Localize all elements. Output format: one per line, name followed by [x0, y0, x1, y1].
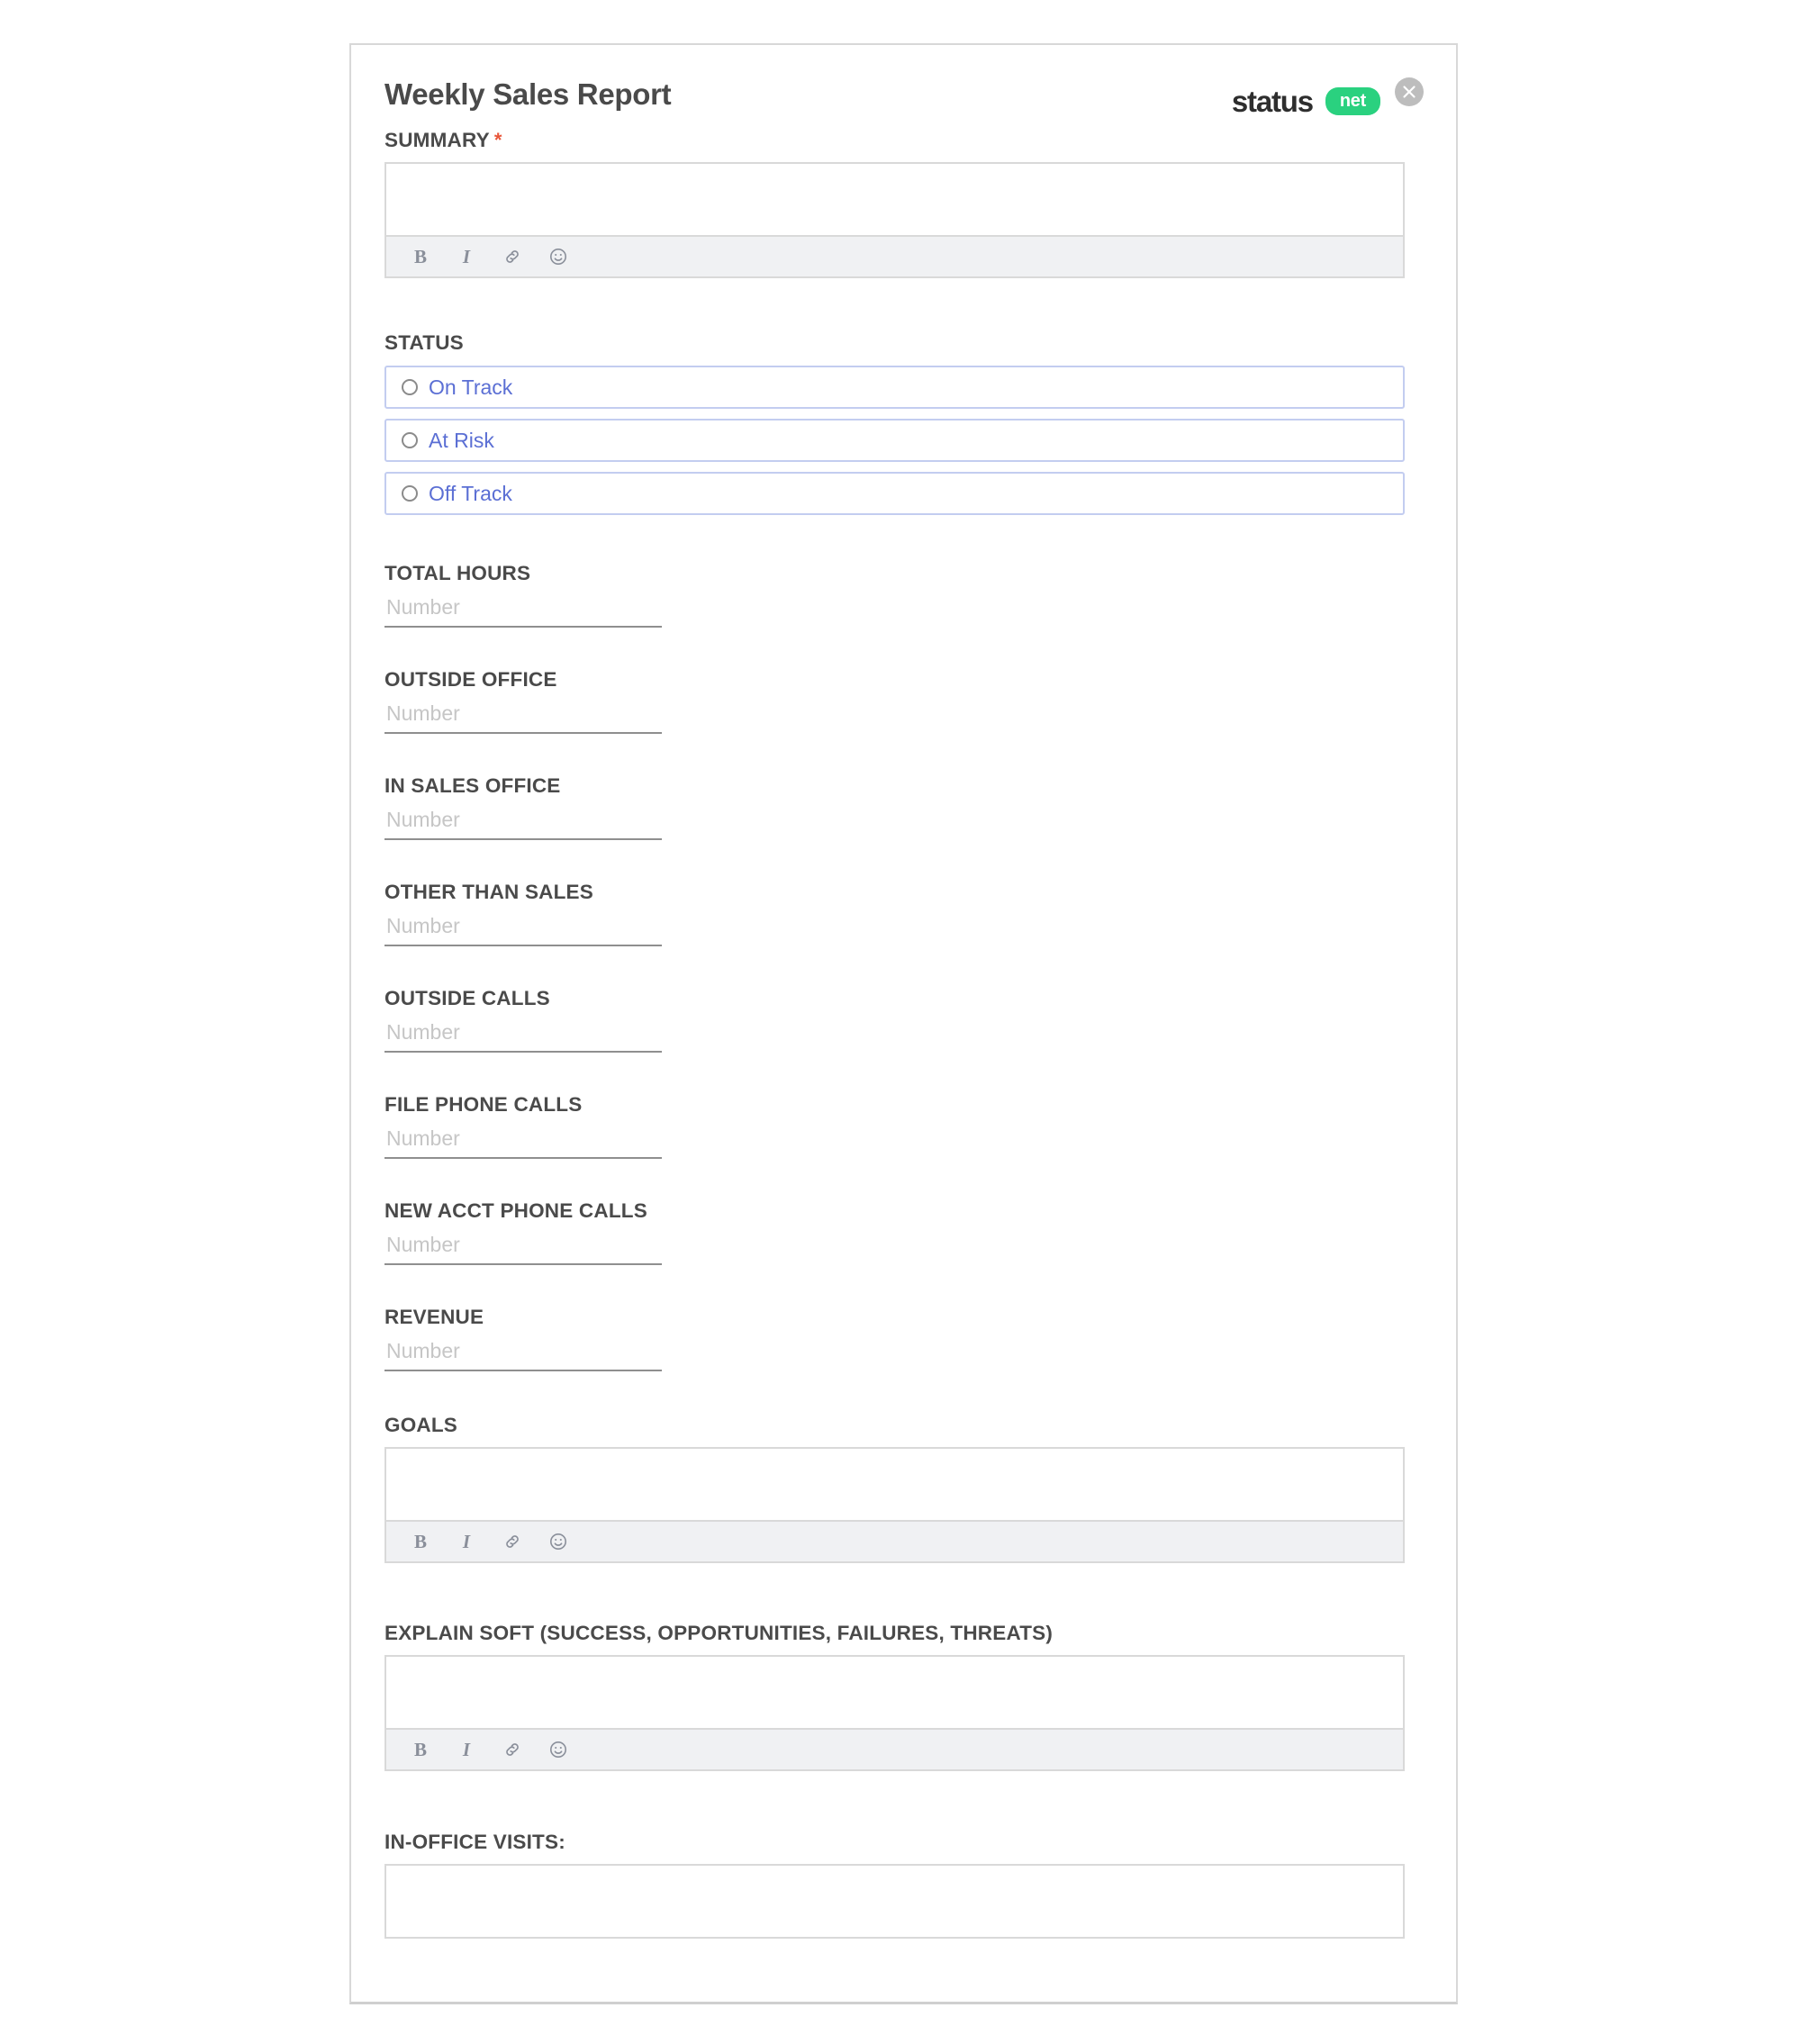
radio-icon [402, 432, 418, 448]
brand-pill-net: net [1325, 87, 1380, 115]
summary-editor: B I [384, 162, 1405, 278]
explain-soft-label: EXPLAIN SOFT (SUCCESS, OPPORTUNITIES, FA… [384, 1622, 1054, 1644]
screenshot-root: Weekly Sales Report status net SUMMARY* [0, 0, 1809, 2044]
field-status: STATUS On Track At Risk Off Track [384, 330, 1420, 515]
brand-wordmark: status [1231, 85, 1314, 118]
bold-icon[interactable]: B [409, 245, 432, 268]
emoji-icon[interactable] [547, 1738, 570, 1761]
explain-soft-editor: B I [384, 1655, 1405, 1771]
goals-label: GOALS [384, 1414, 458, 1436]
emoji-icon[interactable] [547, 1530, 570, 1553]
other-than-sales-input[interactable] [384, 912, 662, 946]
summary-editor-toolbar: B I [386, 235, 1403, 276]
status-label: STATUS [384, 331, 464, 354]
status-option-off-track[interactable]: Off Track [384, 472, 1405, 515]
field-total-hours: TOTAL HOURS [384, 561, 1420, 628]
required-asterisk: * [493, 129, 502, 151]
outside-office-label: OUTSIDE OFFICE [384, 668, 557, 691]
field-goals: GOALS B I [384, 1413, 1420, 1563]
field-other-than-sales: OTHER THAN SALES [384, 880, 1420, 946]
link-icon[interactable] [501, 1738, 524, 1761]
status-option-at-risk[interactable]: At Risk [384, 419, 1405, 462]
explain-soft-textarea[interactable] [386, 1657, 1403, 1728]
italic-icon[interactable]: I [455, 1738, 478, 1761]
in-office-visits-editor [384, 1864, 1405, 1939]
in-office-visits-label: IN-OFFICE VISITS: [384, 1831, 565, 1853]
new-acct-phone-calls-label: NEW ACCT PHONE CALLS [384, 1199, 647, 1222]
field-summary: SUMMARY * B I [384, 128, 1420, 278]
weekly-sales-report-card: Weekly Sales Report status net SUMMARY* [349, 43, 1458, 2004]
field-outside-office: OUTSIDE OFFICE [384, 667, 1420, 734]
total-hours-label: TOTAL HOURS [384, 562, 531, 584]
link-icon[interactable] [501, 245, 524, 268]
summary-label-text: SUMMARY [384, 129, 490, 151]
italic-icon[interactable]: I [455, 245, 478, 268]
outside-office-input[interactable] [384, 700, 662, 734]
status-option-label: Off Track [429, 482, 512, 505]
total-hours-input[interactable] [384, 593, 662, 628]
field-file-phone-calls: FILE PHONE CALLS [384, 1092, 1420, 1159]
summary-textarea[interactable] [386, 164, 1403, 235]
outside-calls-input[interactable] [384, 1018, 662, 1053]
in-office-visits-textarea[interactable] [386, 1866, 1403, 1937]
card-header: Weekly Sales Report status net [384, 77, 1424, 128]
statusnet-logo: status net [1232, 86, 1380, 116]
revenue-label: REVENUE [384, 1306, 484, 1328]
status-option-label: At Risk [429, 429, 494, 452]
italic-icon[interactable]: I [455, 1530, 478, 1553]
link-icon[interactable] [501, 1530, 524, 1553]
bold-icon[interactable]: B [409, 1738, 432, 1761]
explain-soft-editor-toolbar: B I [386, 1728, 1403, 1769]
status-option-on-track[interactable]: On Track [384, 366, 1405, 409]
summary-label: SUMMARY * [384, 128, 1420, 153]
status-radio-group: On Track At Risk Off Track [384, 366, 1420, 515]
other-than-sales-label: OTHER THAN SALES [384, 881, 593, 903]
new-acct-phone-calls-input[interactable] [384, 1231, 662, 1265]
field-revenue: REVENUE [384, 1305, 1420, 1371]
file-phone-calls-label: FILE PHONE CALLS [384, 1093, 583, 1116]
goals-editor-toolbar: B I [386, 1520, 1403, 1561]
emoji-icon[interactable] [547, 245, 570, 268]
status-option-label: On Track [429, 375, 513, 399]
field-new-acct-phone-calls: NEW ACCT PHONE CALLS [384, 1198, 1420, 1265]
field-in-sales-office: IN SALES OFFICE [384, 773, 1420, 840]
goals-textarea[interactable] [386, 1449, 1403, 1520]
goals-editor: B I [384, 1447, 1405, 1563]
radio-icon [402, 485, 418, 502]
field-in-office-visits: IN-OFFICE VISITS: [384, 1830, 1420, 1939]
in-sales-office-label: IN SALES OFFICE [384, 774, 561, 797]
in-sales-office-input[interactable] [384, 806, 662, 840]
bold-icon[interactable]: B [409, 1530, 432, 1553]
field-explain-soft: EXPLAIN SOFT (SUCCESS, OPPORTUNITIES, FA… [384, 1621, 1420, 1771]
close-icon[interactable] [1395, 77, 1424, 106]
outside-calls-label: OUTSIDE CALLS [384, 987, 550, 1009]
revenue-input[interactable] [384, 1337, 662, 1371]
radio-icon [402, 379, 418, 395]
field-outside-calls: OUTSIDE CALLS [384, 986, 1420, 1053]
file-phone-calls-input[interactable] [384, 1125, 662, 1159]
